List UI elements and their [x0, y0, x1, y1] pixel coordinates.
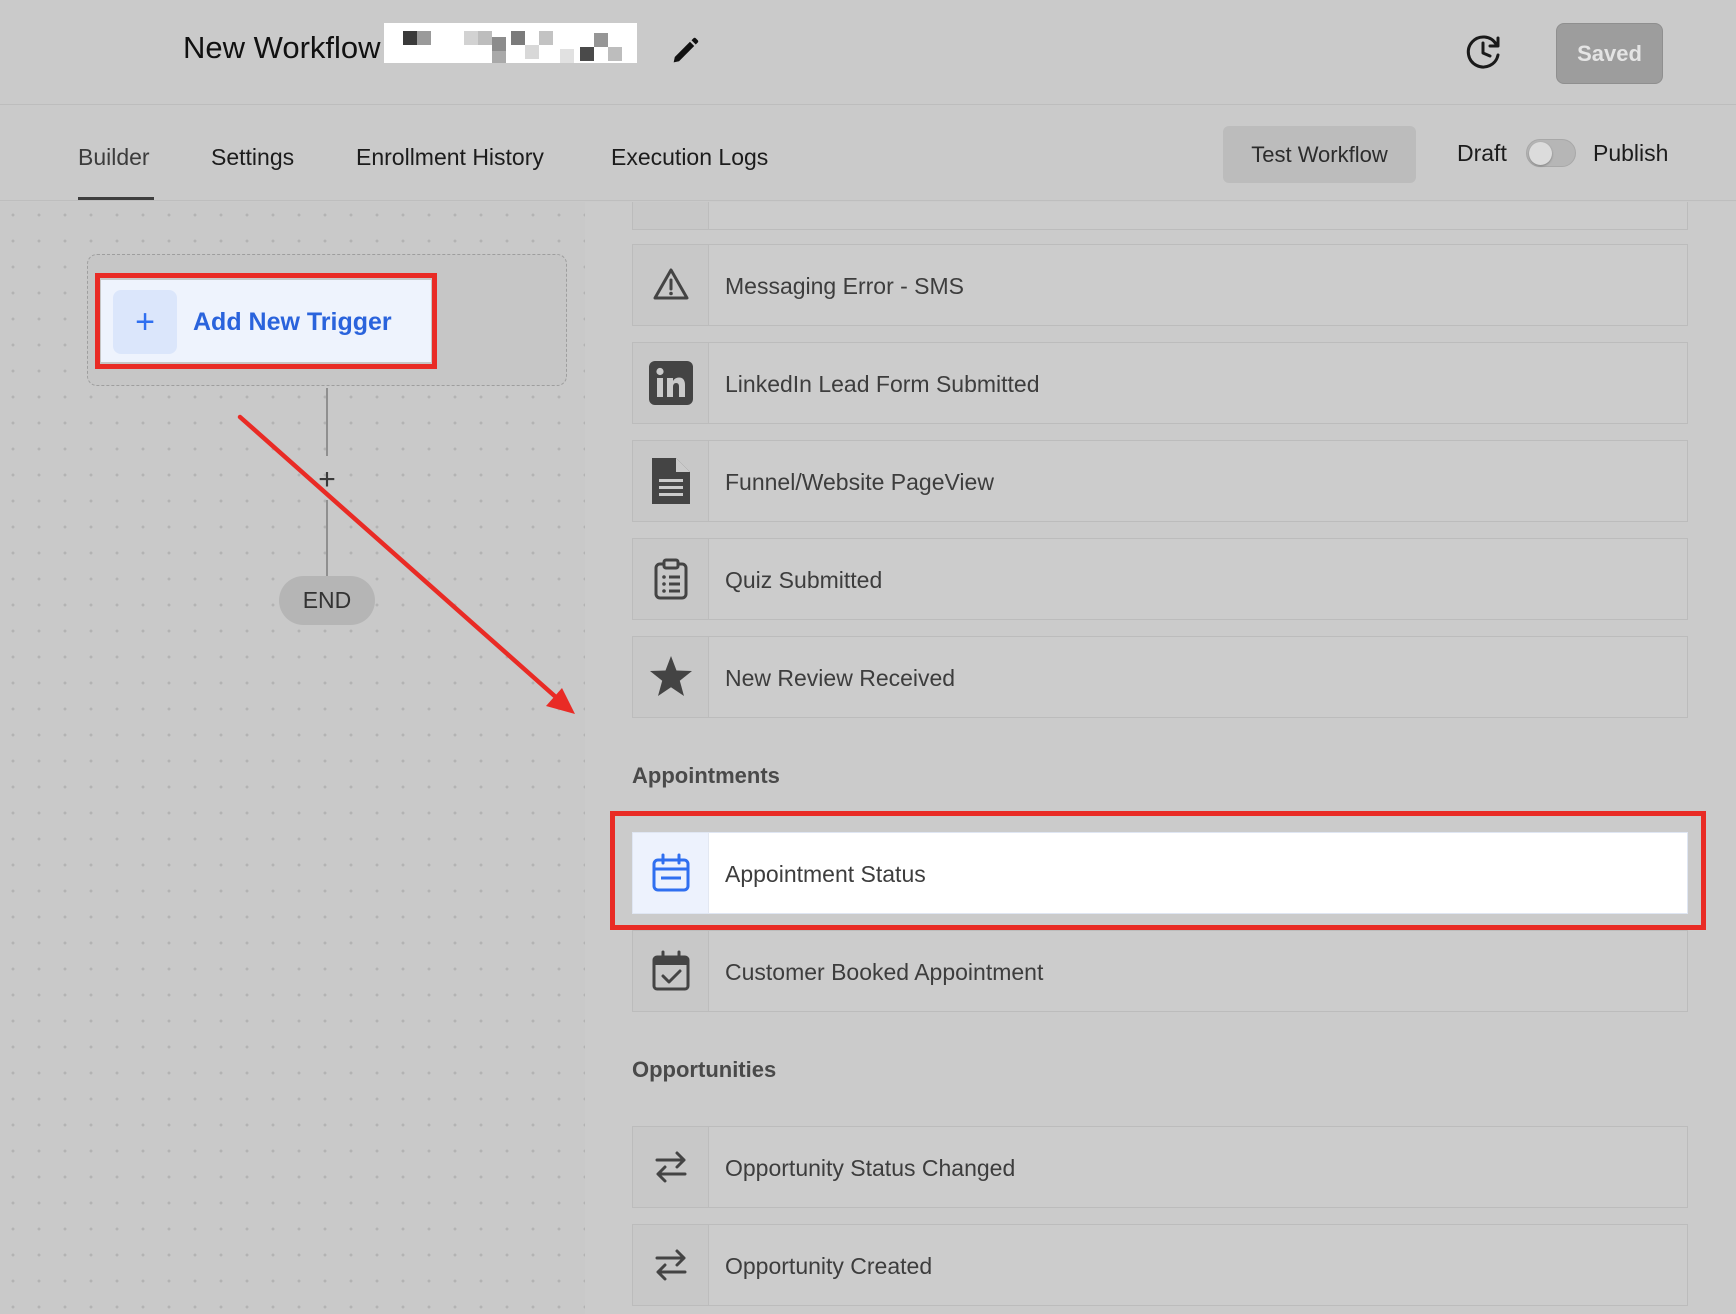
item-label: Opportunity Status Changed — [725, 1155, 1016, 1181]
section-title-appointments: Appointments — [632, 763, 780, 788]
active-tab-indicator — [78, 197, 154, 200]
trigger-item-linkedin-lead-form[interactable]: LinkedIn Lead Form Submitted — [632, 342, 1688, 424]
item-label: Quiz Submitted — [725, 567, 883, 593]
trigger-item-opportunity-created[interactable]: Opportunity Created — [632, 1224, 1688, 1306]
trigger-item-opportunity-status-changed[interactable]: Opportunity Status Changed — [632, 1126, 1688, 1208]
trigger-item-quiz-submitted[interactable]: Quiz Submitted — [632, 538, 1688, 620]
document-icon — [651, 458, 690, 504]
trigger-item-funnel-pageview[interactable]: Funnel/Website PageView — [632, 440, 1688, 522]
item-label: Funnel/Website PageView — [725, 469, 994, 495]
item-icon-box — [633, 202, 709, 229]
item-label: Customer Booked Appointment — [725, 959, 1044, 985]
section-title-opportunities: Opportunities — [632, 1057, 777, 1082]
tab-settings[interactable]: Settings — [211, 144, 294, 171]
trigger-list-panel[interactable]: Messaging Error - SMS LinkedIn Lead Form… — [585, 202, 1736, 1314]
toggle-knob — [1529, 142, 1552, 165]
star-icon — [649, 656, 692, 696]
trigger-item-partial[interactable] — [632, 202, 1688, 230]
add-step-button[interactable]: + — [313, 465, 341, 495]
connector-line — [326, 388, 328, 456]
version-history-button[interactable] — [1463, 31, 1505, 73]
publish-toggle[interactable] — [1526, 139, 1576, 167]
highlight-box-trigger — [95, 273, 437, 369]
item-label: Opportunity Created — [725, 1253, 933, 1279]
publish-label: Publish — [1593, 140, 1669, 166]
top-bar: New Workflow Saved — [0, 0, 1736, 105]
tab-enrollment-history[interactable]: Enrollment History — [356, 144, 544, 171]
workflow-title[interactable]: New Workflow — [183, 30, 381, 66]
warning-triangle-icon — [653, 268, 688, 300]
tab-bar: Builder Settings Enrollment History Exec… — [0, 106, 1736, 201]
trigger-item-messaging-error-sms[interactable]: Messaging Error - SMS — [632, 244, 1688, 326]
item-label: LinkedIn Lead Form Submitted — [725, 371, 1040, 397]
saved-button[interactable]: Saved — [1556, 23, 1663, 84]
draft-label: Draft — [1457, 140, 1507, 166]
item-label: New Review Received — [725, 665, 956, 691]
highlight-box-appointment-status — [610, 811, 1706, 930]
tab-execution-logs[interactable]: Execution Logs — [611, 144, 768, 171]
swap-arrows-icon — [655, 1151, 686, 1183]
test-workflow-button[interactable]: Test Workflow — [1223, 126, 1416, 183]
clipboard-list-icon — [654, 558, 687, 600]
trigger-item-new-review[interactable]: New Review Received — [632, 636, 1688, 718]
redacted-title-area — [384, 23, 637, 63]
trigger-item-customer-booked-appointment[interactable]: Customer Booked Appointment — [632, 930, 1688, 1012]
end-node: END — [279, 576, 375, 625]
calendar-check-icon — [652, 950, 689, 991]
pencil-icon — [673, 37, 699, 63]
edit-title-button[interactable] — [668, 34, 702, 68]
history-clock-icon — [1466, 35, 1500, 69]
tab-builder[interactable]: Builder — [78, 144, 150, 171]
item-label: Messaging Error - SMS — [725, 273, 965, 299]
linkedin-icon — [648, 361, 693, 405]
swap-arrows-icon — [655, 1249, 686, 1281]
connector-line — [326, 500, 328, 576]
